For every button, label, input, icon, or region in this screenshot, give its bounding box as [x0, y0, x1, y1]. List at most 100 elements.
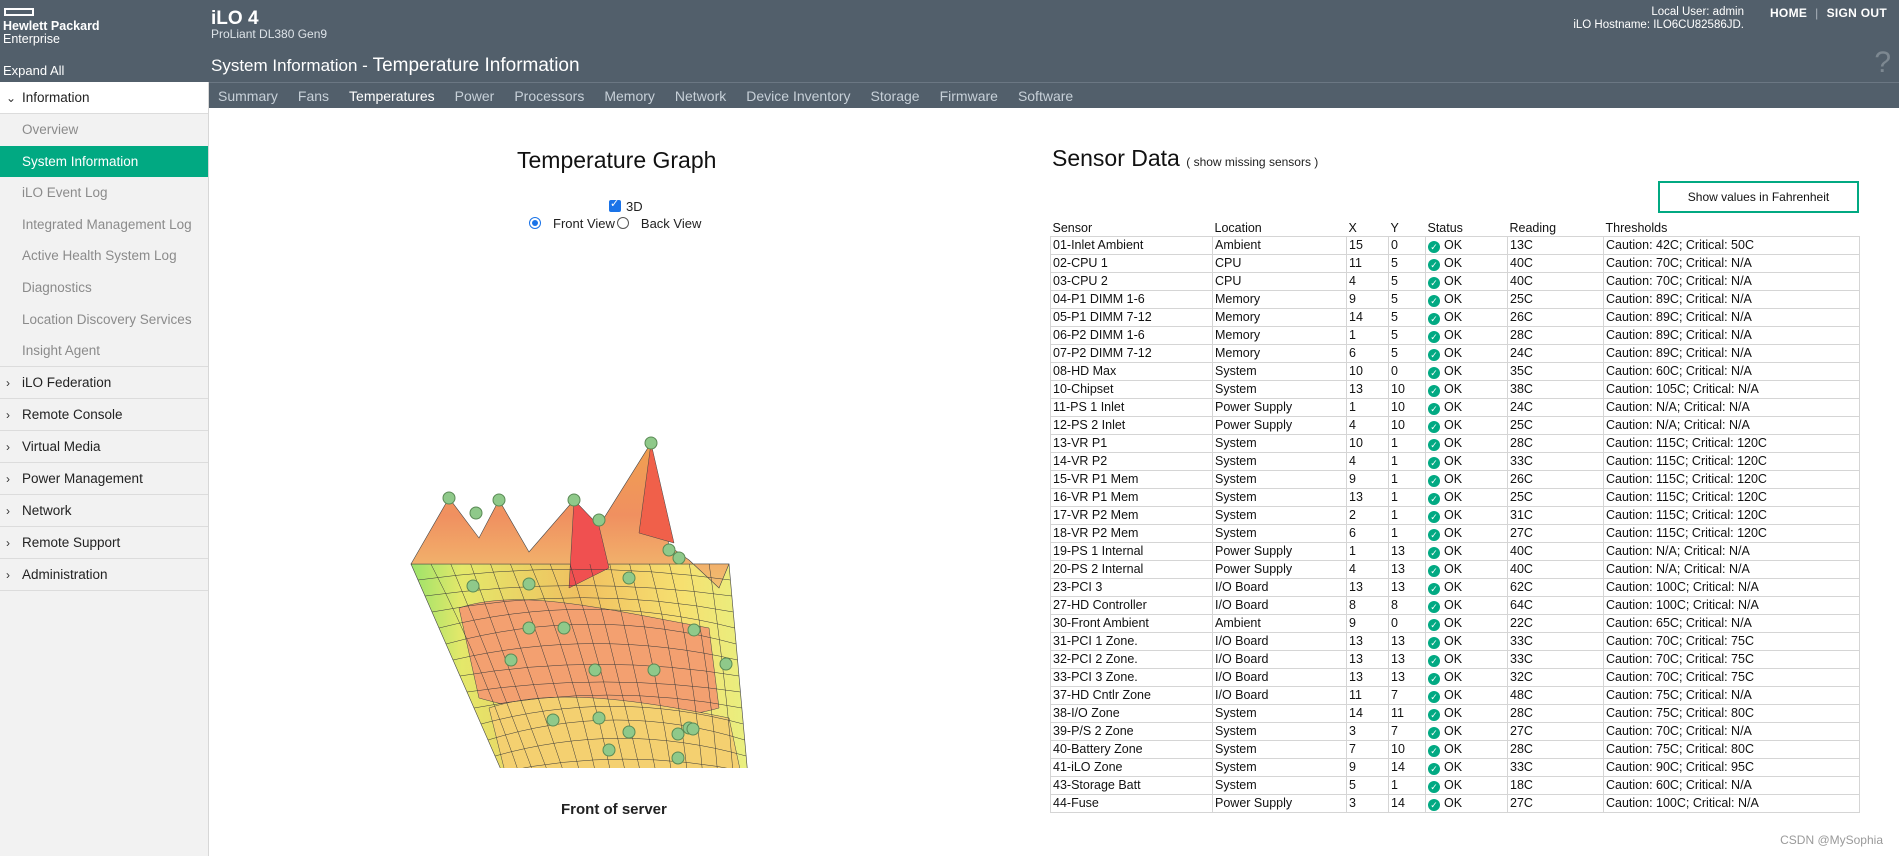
cell-x: 3 [1346, 793, 1389, 813]
tab-temperatures[interactable]: Temperatures [349, 88, 435, 104]
cell-status: ✓ OK [1425, 307, 1508, 327]
sensor-marker[interactable] [466, 579, 480, 593]
cell-reading: 62C [1507, 577, 1604, 597]
sensor-marker[interactable] [546, 713, 560, 727]
sensor-marker[interactable] [622, 725, 636, 739]
status-ok-icon: ✓ [1428, 600, 1440, 613]
status-ok-icon: ✓ [1428, 690, 1440, 703]
sidebar-item-diagnostics[interactable]: Diagnostics [0, 272, 208, 304]
cell-sensor: 38-I/O Zone [1050, 703, 1213, 723]
home-link[interactable]: HOME [1770, 6, 1807, 20]
sign-out-link[interactable]: SIGN OUT [1827, 6, 1887, 20]
sidebar-item-overview[interactable]: Overview [0, 114, 208, 146]
cell-thresholds: Caution: 70C; Critical: 75C [1603, 631, 1860, 651]
sensor-marker[interactable] [687, 623, 701, 637]
sensor-marker[interactable] [686, 722, 700, 736]
sensor-marker[interactable] [592, 513, 606, 527]
cell-sensor: 31-PCI 1 Zone. [1050, 631, 1213, 651]
cell-x: 13 [1346, 379, 1389, 399]
sensor-marker[interactable] [469, 506, 483, 520]
cell-x: 9 [1346, 469, 1389, 489]
hpe-logo-icon [4, 8, 34, 16]
tab-power[interactable]: Power [455, 88, 495, 104]
cell-location: System [1212, 469, 1347, 489]
status-ok-icon: ✓ [1428, 456, 1440, 469]
tab-fans[interactable]: Fans [298, 88, 329, 104]
sidebar-item-remote-console[interactable]: › Remote Console [0, 399, 208, 431]
help-icon[interactable]: ? [1874, 46, 1891, 80]
sensor-marker[interactable] [492, 493, 506, 507]
cell-status: ✓ OK [1425, 505, 1508, 525]
tab-processors[interactable]: Processors [514, 88, 584, 104]
cell-location: System [1212, 433, 1347, 453]
toggle-3d[interactable]: 3D [609, 197, 643, 214]
sensor-marker[interactable] [567, 493, 581, 507]
checkbox-3d[interactable] [609, 197, 621, 212]
cell-status: ✓ OK [1425, 451, 1508, 471]
sensor-marker[interactable] [671, 751, 685, 765]
sensor-marker[interactable] [522, 621, 536, 635]
cell-sensor: 03-CPU 2 [1050, 271, 1213, 291]
tab-software[interactable]: Software [1018, 88, 1073, 104]
sidebar-item-information[interactable]: ⌄ Information [0, 82, 208, 114]
sidebar-item-administration[interactable]: › Administration [0, 559, 208, 591]
tab-memory[interactable]: Memory [604, 88, 655, 104]
sidebar-item-label: Virtual Media [22, 438, 101, 454]
cell-thresholds: Caution: 100C; Critical: N/A [1603, 595, 1860, 615]
cell-status: ✓ OK [1425, 235, 1508, 255]
cell-status: ✓ OK [1425, 595, 1508, 615]
cell-status: ✓ OK [1425, 631, 1508, 651]
status-ok-icon: ✓ [1428, 474, 1440, 487]
sidebar-item-remote-support[interactable]: › Remote Support [0, 527, 208, 559]
sensor-marker[interactable] [442, 491, 456, 505]
sidebar-item-ilo-event-log[interactable]: iLO Event Log [0, 177, 208, 209]
cell-status: ✓ OK [1425, 397, 1508, 417]
sensor-marker[interactable] [602, 743, 616, 757]
sensor-marker[interactable] [644, 436, 658, 450]
sidebar-item-integrated-management-log[interactable]: Integrated Management Log [0, 209, 208, 241]
expand-all-link[interactable]: Expand All [3, 63, 64, 78]
graph-view-controls: 3D Front View Back View [529, 197, 701, 231]
cell-location: Power Supply [1212, 415, 1347, 435]
sensor-marker[interactable] [592, 711, 606, 725]
radio-front-view[interactable] [529, 217, 541, 229]
tab-storage[interactable]: Storage [871, 88, 920, 104]
sensor-marker[interactable] [557, 621, 571, 635]
cell-thresholds: Caution: 70C; Critical: N/A [1603, 271, 1860, 291]
tab-network[interactable]: Network [675, 88, 726, 104]
sensor-marker[interactable] [647, 663, 661, 677]
sidebar-item-label: Information [22, 90, 90, 105]
sensor-marker[interactable] [588, 663, 602, 677]
tab-device-inventory[interactable]: Device Inventory [746, 88, 850, 104]
sensor-marker[interactable] [622, 571, 636, 585]
show-fahrenheit-button[interactable]: Show values in Fahrenheit [1658, 181, 1859, 213]
cell-y: 1 [1388, 505, 1426, 525]
sensor-marker[interactable] [719, 657, 733, 671]
sidebar-item-ilo-federation[interactable]: › iLO Federation [0, 367, 208, 399]
cell-reading: 28C [1507, 703, 1604, 723]
logo-area: Hewlett Packard Enterprise Expand All [0, 0, 209, 82]
sensor-marker[interactable] [672, 551, 686, 565]
sidebar-item-system-information[interactable]: System Information [0, 145, 208, 178]
tab-summary[interactable]: Summary [218, 88, 278, 104]
cell-location: I/O Board [1212, 577, 1347, 597]
sidebar-item-insight-agent[interactable]: Insight Agent [0, 335, 208, 367]
status-text: OK [1444, 345, 1463, 360]
cell-sensor: 27-HD Controller [1050, 595, 1213, 615]
sidebar-item-power-management[interactable]: › Power Management [0, 463, 208, 495]
status-text: OK [1444, 705, 1463, 720]
sidebar-item-location-discovery-services[interactable]: Location Discovery Services [0, 304, 208, 336]
sidebar-item-virtual-media[interactable]: › Virtual Media [0, 431, 208, 463]
radio-back-view[interactable] [616, 217, 629, 229]
sensor-marker[interactable] [522, 577, 536, 591]
cell-x: 6 [1346, 523, 1389, 543]
cell-y: 13 [1388, 559, 1426, 579]
sidebar-item-active-health-system-log[interactable]: Active Health System Log [0, 240, 208, 272]
status-text: OK [1444, 399, 1463, 414]
sensor-marker[interactable] [662, 543, 676, 557]
tab-firmware[interactable]: Firmware [940, 88, 998, 104]
sidebar-item-network[interactable]: › Network [0, 495, 208, 527]
sensor-marker[interactable] [671, 727, 685, 741]
sensor-marker[interactable] [504, 653, 518, 667]
show-missing-sensors-link[interactable]: ( show missing sensors ) [1186, 155, 1318, 169]
